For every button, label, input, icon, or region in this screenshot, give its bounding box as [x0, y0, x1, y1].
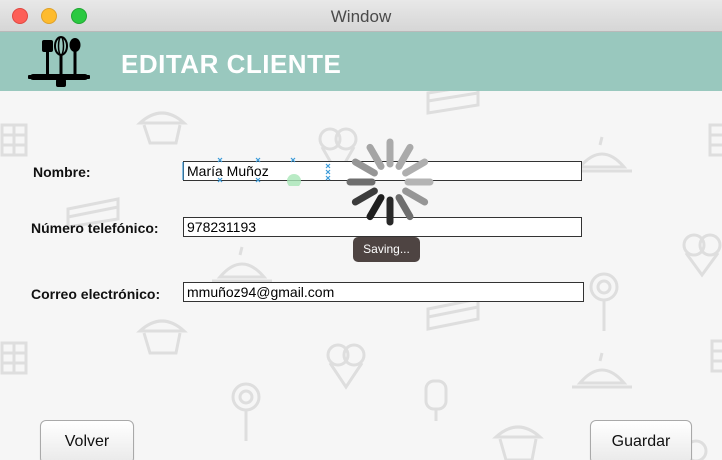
save-button[interactable]: Guardar [590, 420, 692, 460]
lollipop-icon [231, 382, 261, 441]
bundt-cake-icon [212, 246, 272, 283]
back-button[interactable]: Volver [40, 420, 134, 460]
cake-slice-icon [426, 91, 480, 115]
chocolate-bar-icon [0, 341, 28, 375]
cupcake-icon [136, 111, 188, 145]
ice-cream-icon [682, 233, 722, 278]
spinner-spoke [402, 187, 429, 206]
loading-spinner-icon [346, 138, 434, 226]
window-title: Window [330, 7, 392, 26]
cupcake-icon [492, 425, 544, 460]
lollipop-icon [589, 272, 619, 331]
chocolate-bar-icon [708, 123, 722, 157]
spinner-spoke [366, 194, 385, 221]
spinner-spoke [351, 187, 378, 206]
title-bar[interactable]: Window [0, 0, 722, 32]
nombre-label: Nombre: [33, 164, 91, 180]
correo-label: Correo electrónico: [31, 286, 161, 302]
spinner-spoke [395, 143, 414, 170]
correo-field[interactable] [183, 282, 584, 302]
saving-status-tooltip: Saving... [353, 237, 420, 262]
spinner-spoke [366, 143, 385, 170]
kitchen-utensils-icon [28, 36, 90, 87]
popsicle-icon [424, 379, 448, 421]
spinner-spoke [402, 158, 429, 177]
ice-cream-icon [326, 343, 366, 390]
page-title: EDITAR CLIENTE [121, 49, 342, 79]
chocolate-bar-icon [710, 339, 722, 373]
telefono-label: Número telefónico: [31, 220, 159, 236]
chocolate-bar-icon [0, 123, 28, 157]
cake-slice-icon [426, 297, 480, 331]
app-window: Window EDITAR CLIENTE Nombre: María Muño… [0, 0, 722, 460]
bundt-cake-icon [572, 352, 632, 389]
header-banner: EDITAR CLIENTE [0, 32, 722, 91]
spinner-spoke [351, 158, 378, 177]
cupcake-icon [136, 319, 188, 355]
spinner-spoke [395, 194, 414, 221]
